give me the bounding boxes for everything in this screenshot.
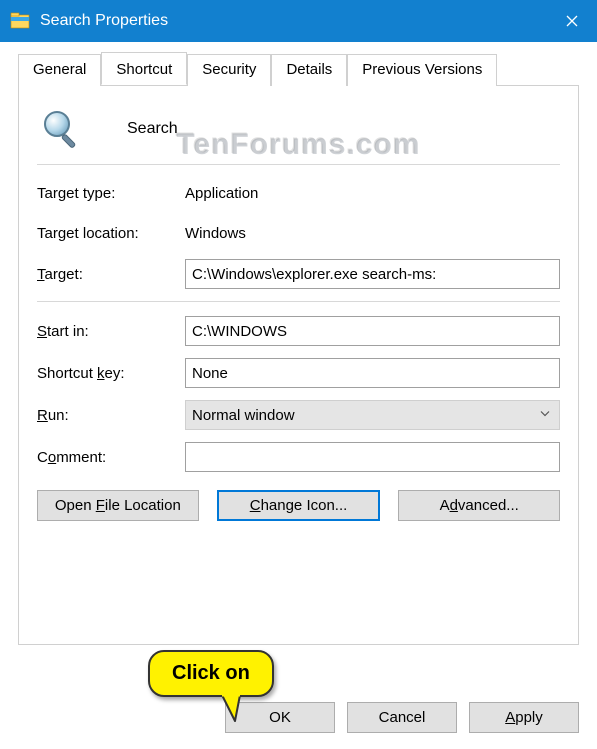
target-input[interactable]	[185, 259, 560, 289]
window-title: Search Properties	[40, 12, 547, 30]
dialog-content: General Shortcut Security Details Previo…	[0, 42, 597, 646]
title-bar: Search Properties	[0, 0, 597, 42]
shortcutkey-input[interactable]	[185, 358, 560, 388]
open-file-location-button[interactable]: Open File Location	[37, 490, 199, 521]
dialog-buttons: OK Cancel Apply	[225, 702, 579, 733]
shortcut-panel: Search Target type: Application Target l…	[18, 85, 579, 645]
run-select-value: Normal window	[192, 407, 295, 424]
target-location-value: Windows	[185, 225, 560, 242]
target-label: Target:	[37, 266, 185, 283]
callout-bubble: Click on	[148, 650, 274, 697]
comment-input[interactable]	[185, 442, 560, 472]
shortcutkey-label: Shortcut key:	[37, 365, 185, 382]
tab-shortcut[interactable]: Shortcut	[101, 52, 187, 85]
startin-input[interactable]	[185, 316, 560, 346]
shortcut-name: Search	[127, 120, 178, 138]
divider	[37, 164, 560, 165]
tab-security[interactable]: Security	[187, 54, 271, 86]
cancel-button[interactable]: Cancel	[347, 702, 457, 733]
target-type-label: Target type:	[37, 185, 185, 202]
tab-general[interactable]: General	[18, 54, 101, 86]
tab-details[interactable]: Details	[271, 54, 347, 86]
close-button[interactable]	[547, 0, 597, 42]
tabs: General Shortcut Security Details Previo…	[18, 54, 579, 86]
chevron-down-icon	[539, 407, 551, 424]
callout-tail-icon	[218, 695, 248, 727]
run-select[interactable]: Normal window	[185, 400, 560, 430]
target-type-value: Application	[185, 185, 560, 202]
divider	[37, 301, 560, 302]
search-icon	[37, 104, 87, 154]
callout-text: Click on	[172, 662, 250, 684]
change-icon-button[interactable]: Change Icon...	[217, 490, 381, 521]
startin-label: Start in:	[37, 323, 185, 340]
comment-label: Comment:	[37, 449, 185, 466]
callout: Click on	[148, 650, 274, 697]
target-location-label: Target location:	[37, 225, 185, 242]
tab-previous-versions[interactable]: Previous Versions	[347, 54, 497, 86]
apply-button[interactable]: Apply	[469, 702, 579, 733]
explorer-icon	[10, 11, 30, 31]
run-label: Run:	[37, 407, 185, 424]
advanced-button[interactable]: Advanced...	[398, 490, 560, 521]
